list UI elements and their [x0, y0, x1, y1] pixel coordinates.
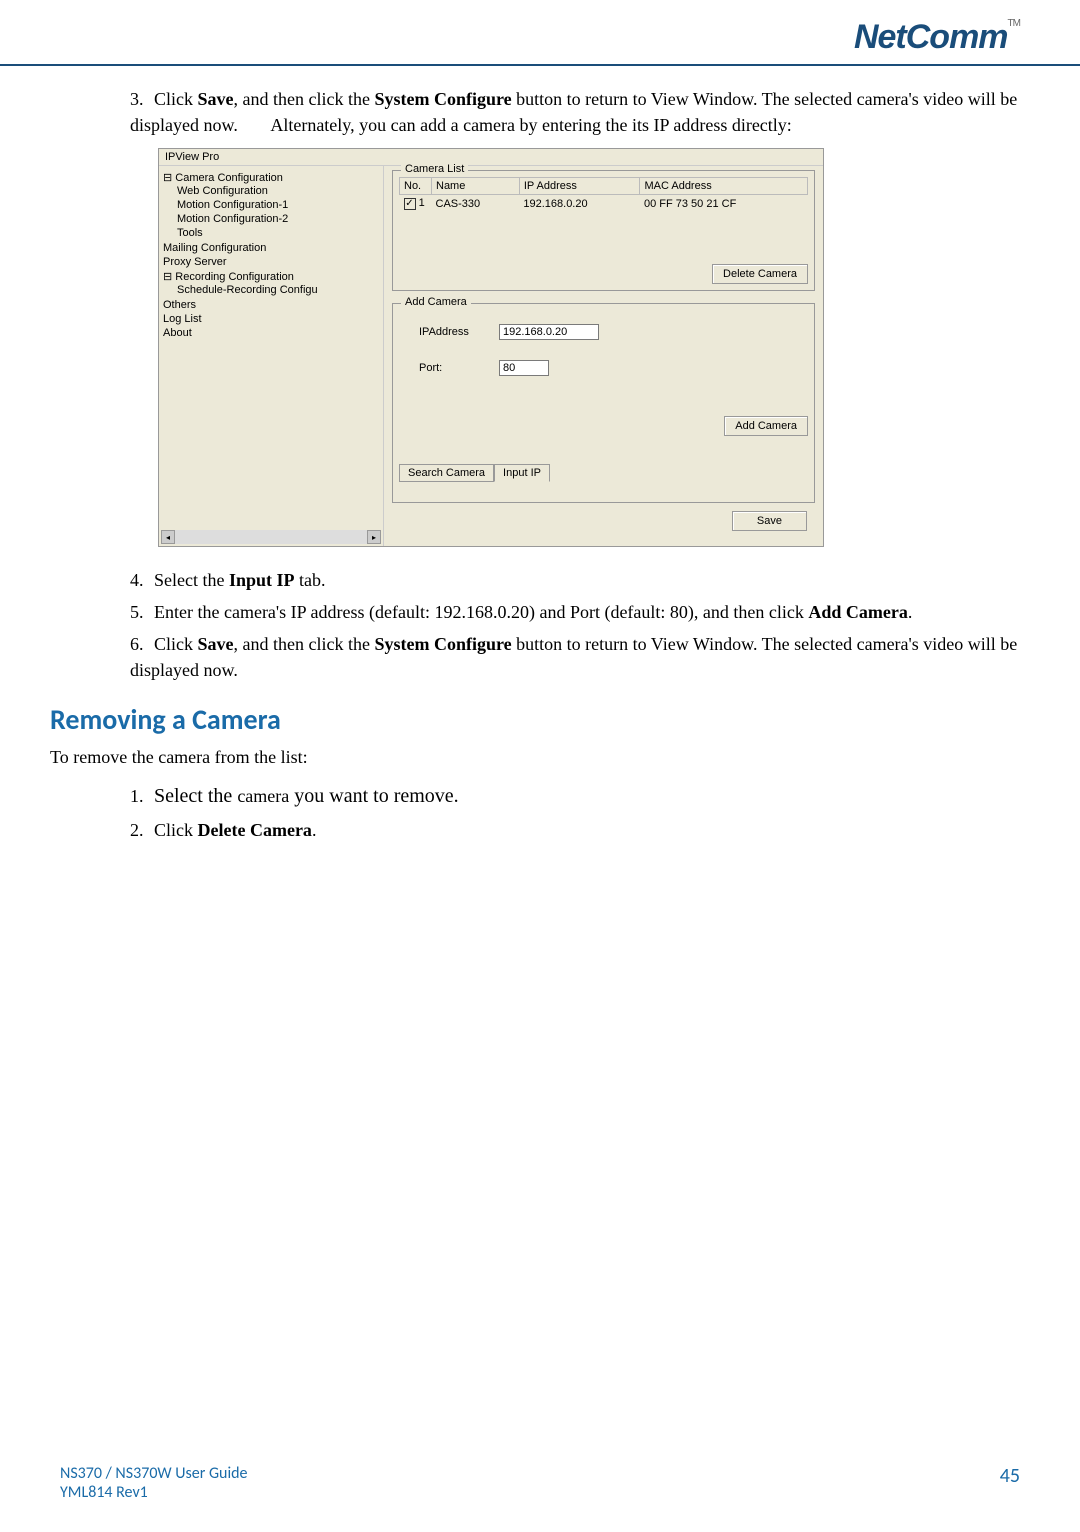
delete-camera-button[interactable]: Delete Camera	[712, 264, 808, 284]
footer-guide: NS370 / NS370W User Guide	[60, 1464, 248, 1483]
col-no[interactable]: No.	[400, 178, 432, 195]
add-camera-button[interactable]: Add Camera	[724, 416, 808, 436]
scroll-right-icon[interactable]: ▸	[367, 530, 381, 544]
tab-search-camera[interactable]: Search Camera	[399, 464, 494, 482]
step-5: 5.Enter the camera's IP address (default…	[130, 599, 1020, 625]
tree-pane: ⊟ Camera Configuration Web Configuration…	[159, 166, 384, 546]
tree-others[interactable]: Others	[163, 298, 379, 312]
tree-recording[interactable]: ⊟ Recording Configuration Schedule-Recor…	[163, 269, 379, 298]
brand-logo: NetCommTM	[854, 18, 1020, 57]
section-intro: To remove the camera from the list:	[50, 747, 1020, 768]
col-ip[interactable]: IP Address	[519, 178, 640, 195]
tree-web-config[interactable]: Web Configuration	[177, 184, 379, 198]
step-6: 6.Click Save, and then click the System …	[130, 631, 1020, 683]
page-number: 45	[1000, 1464, 1020, 1502]
camera-table: No. Name IP Address MAC Address ✓ 1 CAS-…	[399, 177, 808, 260]
footer-rev: YML814 Rev1	[60, 1483, 248, 1502]
tab-input-ip[interactable]: Input IP	[494, 464, 550, 482]
tree-mailing[interactable]: Mailing Configuration	[163, 241, 379, 255]
port-input[interactable]	[499, 360, 549, 376]
tree-camera-config[interactable]: ⊟ Camera Configuration Web Configuration…	[163, 170, 379, 241]
tree-proxy[interactable]: Proxy Server	[163, 255, 379, 269]
checkbox-icon[interactable]: ✓	[404, 198, 416, 210]
table-row[interactable]: ✓ 1 CAS-330 192.168.0.20 00 FF 73 50 21 …	[400, 195, 808, 213]
page-header: NetCommTM	[0, 0, 1080, 66]
tree-scrollbar[interactable]: ◂▸	[161, 530, 381, 544]
add-camera-group: Add Camera IPAddress Port: Add Camera Se…	[392, 303, 815, 503]
col-mac[interactable]: MAC Address	[640, 178, 808, 195]
trademark: TM	[1008, 18, 1020, 29]
port-label: Port:	[419, 362, 499, 374]
tree-tools[interactable]: Tools	[177, 226, 379, 240]
ip-input[interactable]	[499, 324, 599, 340]
window-title: IPView Pro	[159, 149, 823, 166]
tree-loglist[interactable]: Log List	[163, 312, 379, 326]
tree-schedule[interactable]: Schedule-Recording Configu	[177, 283, 379, 297]
camera-list-group: Camera List No. Name IP Address MAC Addr…	[392, 170, 815, 291]
tree-motion-1[interactable]: Motion Configuration-1	[177, 198, 379, 212]
remove-step-2: 2.Click Delete Camera.	[130, 817, 1020, 843]
step-3-note: Alternately, you can add a camera by ent…	[242, 115, 791, 135]
tree-about[interactable]: About	[163, 326, 379, 340]
step-3: 3.Click Save, and then click the System …	[130, 86, 1020, 138]
tree-motion-2[interactable]: Motion Configuration-2	[177, 212, 379, 226]
col-name[interactable]: Name	[432, 178, 520, 195]
ip-label: IPAddress	[419, 326, 499, 338]
scroll-left-icon[interactable]: ◂	[161, 530, 175, 544]
app-window: IPView Pro ⊟ Camera Configuration Web Co…	[158, 148, 824, 547]
remove-step-1: 1.Select the camera you want to remove.	[130, 782, 1020, 811]
step-4: 4.Select the Input IP tab.	[130, 567, 1020, 593]
save-button[interactable]: Save	[732, 511, 807, 531]
page-footer: NS370 / NS370W User Guide YML814 Rev1 45	[60, 1464, 1020, 1502]
section-heading: Removing a Camera	[50, 702, 1020, 737]
